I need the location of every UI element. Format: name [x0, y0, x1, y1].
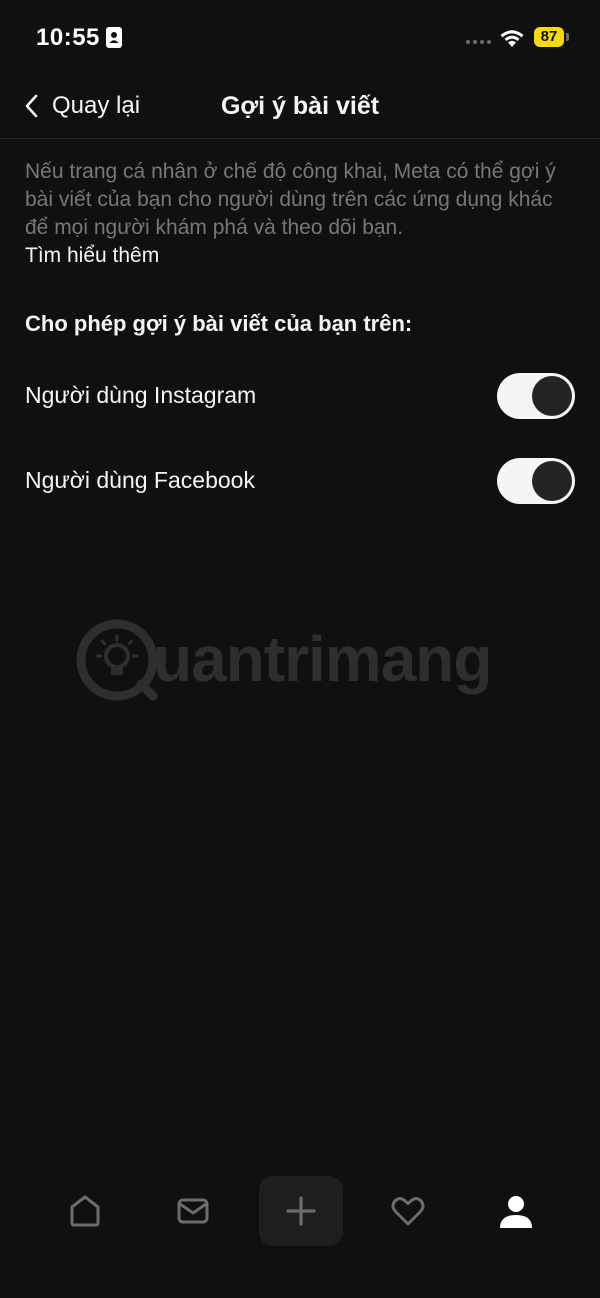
nav-activity[interactable] [366, 1176, 450, 1246]
nav-home[interactable] [43, 1176, 127, 1246]
battery-tip [566, 33, 569, 41]
watermark-lightbulb-logo-icon [76, 619, 158, 701]
section-heading: Cho phép gợi ý bài viết của bạn trên: [25, 311, 413, 336]
bottom-nav [0, 1176, 600, 1252]
nav-create[interactable] [259, 1176, 343, 1246]
header: Quay lại Gợi ý bài viết [0, 76, 600, 139]
watermark-text: uantrimang [153, 623, 492, 695]
home-icon [70, 1195, 100, 1227]
toggle-knob [532, 461, 572, 501]
instagram-users-toggle[interactable] [497, 373, 575, 419]
toggle-label-instagram: Người dùng Instagram [25, 382, 257, 408]
profile-icon [500, 1196, 532, 1228]
description-text: Nếu trang cá nhân ở chế độ công khai, Me… [25, 160, 556, 239]
signal-dots-icon [466, 40, 491, 44]
status-time: 10:55 [36, 24, 100, 51]
toggle-knob [532, 376, 572, 416]
inbox-icon [177, 1198, 209, 1224]
wifi-icon [500, 30, 524, 47]
activity-heart-icon [391, 1197, 425, 1226]
nav-inbox[interactable] [151, 1176, 235, 1246]
id-card-icon [106, 27, 122, 48]
create-icon [286, 1196, 316, 1226]
status-bar: 10:55 87 [0, 0, 600, 76]
battery-icon: 87 [534, 27, 564, 47]
facebook-users-toggle[interactable] [497, 458, 575, 504]
toggle-label-facebook: Người dùng Facebook [25, 467, 255, 493]
learn-more-link[interactable]: Tìm hiểu thêm [25, 242, 159, 270]
toggle-row-instagram: Người dùng Instagram [0, 366, 600, 426]
watermark: uantrimang [75, 618, 492, 702]
page-title: Gợi ý bài viết [220, 92, 380, 120]
nav-profile[interactable] [474, 1176, 558, 1246]
toggle-row-facebook: Người dùng Facebook [0, 451, 600, 511]
